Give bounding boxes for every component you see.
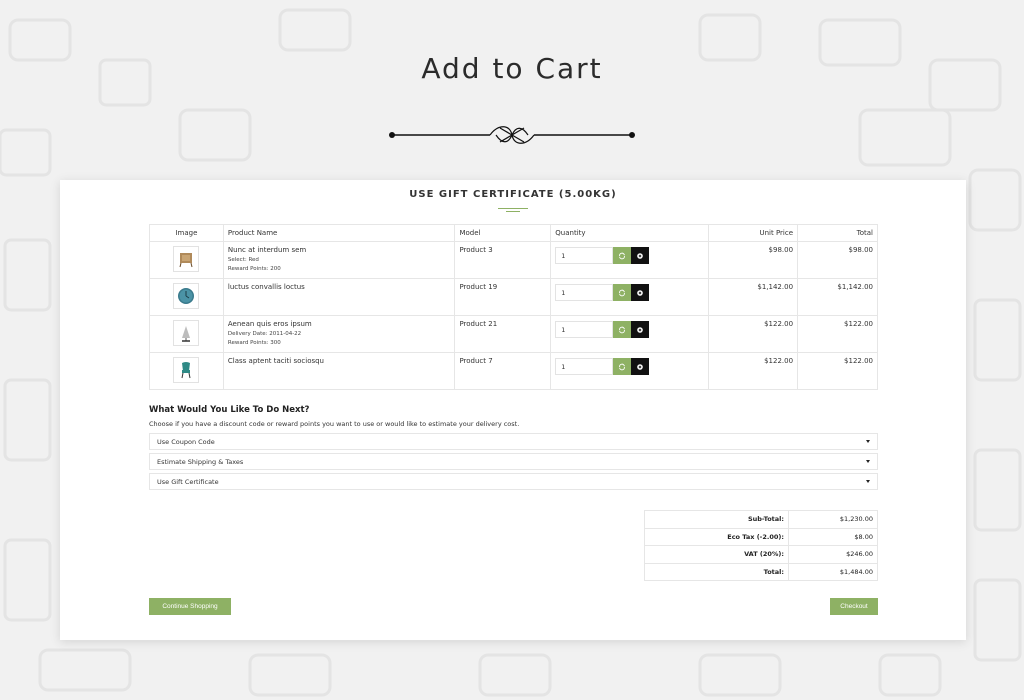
totals-value: $8.00: [788, 527, 878, 546]
totals-row: Total: $1,484.00: [644, 562, 878, 581]
cart-panel: USE GIFT CERTIFICATE (5.00KG) Image Prod…: [60, 180, 966, 640]
product-option: Delivery Date: 2011-04-22: [227, 331, 302, 337]
unit-price: $122.00: [708, 352, 799, 390]
product-model: Product 19: [454, 278, 552, 316]
accordion-coupon-code[interactable]: Use Coupon Code: [149, 433, 878, 450]
remove-circle-icon: [637, 289, 644, 296]
wall-clock-icon: [178, 288, 195, 304]
totals-label: VAT (20%):: [644, 545, 789, 564]
accordion-label: Use Gift Certificate: [157, 477, 219, 486]
line-total: $122.00: [797, 352, 878, 390]
lamp-icon: [182, 326, 191, 342]
remove-circle-icon: [637, 252, 644, 259]
page-title: Add to Cart: [421, 52, 603, 85]
table-row: Class aptent taciti sociosqu Product 7 $…: [149, 352, 878, 390]
product-name-link[interactable]: Class aptent taciti sociosqu: [228, 357, 451, 365]
remove-circle-icon: [637, 363, 644, 370]
accordion-estimate-shipping[interactable]: Estimate Shipping & Taxes: [149, 453, 878, 470]
caret-down-icon: [866, 440, 870, 443]
table-row: Aenean quis eros ipsum Delivery Date: 20…: [149, 315, 878, 353]
table-header-row: Image Product Name Model Quantity Unit P…: [149, 224, 878, 242]
accordion-label: Use Coupon Code: [157, 437, 215, 446]
refresh-icon: [619, 363, 626, 370]
column-header-quantity: Quantity: [550, 224, 710, 242]
product-model: Product 3: [454, 241, 552, 279]
totals-value: $246.00: [788, 545, 878, 564]
column-header-unit-price: Unit Price: [708, 224, 799, 242]
line-total: $98.00: [797, 241, 878, 279]
chair-icon: [181, 362, 191, 379]
totals-label: Sub-Total:: [644, 510, 789, 529]
remove-item-button[interactable]: [631, 358, 650, 375]
unit-price: $1,142.00: [708, 278, 799, 316]
product-thumbnail[interactable]: [173, 246, 200, 272]
product-name-link[interactable]: luctus convallis loctus: [228, 283, 451, 291]
column-header-total: Total: [797, 224, 878, 242]
title-underline: [498, 208, 528, 212]
line-total: $1,142.00: [797, 278, 878, 316]
next-steps-accordion: Use Coupon Code Estimate Shipping & Taxe…: [149, 433, 878, 493]
product-model: Product 7: [454, 352, 552, 390]
totals-label: Eco Tax (-2.00):: [644, 527, 789, 546]
accordion-gift-certificate[interactable]: Use Gift Certificate: [149, 473, 878, 490]
unit-price: $98.00: [708, 241, 799, 279]
totals-row: VAT (20%): $246.00: [644, 545, 878, 564]
order-totals-table: Sub-Total: $1,230.00 Eco Tax (-2.00): $8…: [644, 510, 878, 581]
remove-item-button[interactable]: [631, 247, 650, 264]
product-thumbnail[interactable]: [173, 320, 200, 346]
product-model: Product 21: [454, 315, 552, 353]
totals-row: Sub-Total: $1,230.00: [644, 510, 878, 529]
caret-down-icon: [866, 480, 870, 483]
totals-row: Eco Tax (-2.00): $8.00: [644, 527, 878, 546]
product-option: Reward Points: 200: [227, 266, 281, 272]
column-header-image: Image: [149, 224, 224, 242]
update-quantity-button[interactable]: [613, 247, 632, 264]
unit-price: $122.00: [708, 315, 799, 353]
ornament-divider-icon: [389, 126, 635, 144]
column-header-product-name: Product Name: [222, 224, 456, 242]
next-steps-description: Choose if you have a discount code or re…: [149, 420, 520, 428]
totals-value: $1,484.00: [788, 562, 878, 581]
table-row: luctus convallis loctus Product 19 $1,14…: [149, 278, 878, 316]
quantity-input[interactable]: [555, 284, 614, 301]
cart-table: Image Product Name Model Quantity Unit P…: [149, 224, 878, 390]
caret-down-icon: [866, 460, 870, 463]
update-quantity-button[interactable]: [613, 321, 632, 338]
product-option: Reward Points: 300: [227, 340, 281, 346]
product-option: Select: Red: [227, 257, 259, 263]
refresh-icon: [619, 252, 626, 259]
quantity-input[interactable]: [555, 247, 614, 264]
remove-circle-icon: [637, 326, 644, 333]
refresh-icon: [619, 289, 626, 296]
quantity-input[interactable]: [555, 358, 614, 375]
table-row: Nunc at interdum sem Select: Red Reward …: [149, 241, 878, 279]
accordion-label: Estimate Shipping & Taxes: [157, 457, 244, 466]
remove-item-button[interactable]: [631, 321, 650, 338]
product-thumbnail[interactable]: [173, 357, 200, 383]
product-name-link[interactable]: Nunc at interdum sem: [228, 246, 451, 254]
remove-item-button[interactable]: [631, 284, 650, 301]
product-name-link[interactable]: Aenean quis eros ipsum: [228, 320, 451, 328]
column-header-model: Model: [454, 224, 552, 242]
update-quantity-button[interactable]: [613, 358, 632, 375]
totals-value: $1,230.00: [788, 510, 878, 529]
totals-label: Total:: [644, 562, 789, 581]
cabinet-icon: [179, 253, 193, 268]
update-quantity-button[interactable]: [613, 284, 632, 301]
product-thumbnail[interactable]: [173, 283, 200, 309]
panel-title: USE GIFT CERTIFICATE (5.00KG): [409, 189, 617, 200]
continue-shopping-button[interactable]: Continue Shopping: [149, 598, 231, 615]
refresh-icon: [619, 326, 626, 333]
next-steps-heading: What Would You Like To Do Next?: [149, 405, 310, 415]
quantity-input[interactable]: [555, 321, 614, 338]
line-total: $122.00: [797, 315, 878, 353]
checkout-button[interactable]: Checkout: [830, 598, 878, 615]
